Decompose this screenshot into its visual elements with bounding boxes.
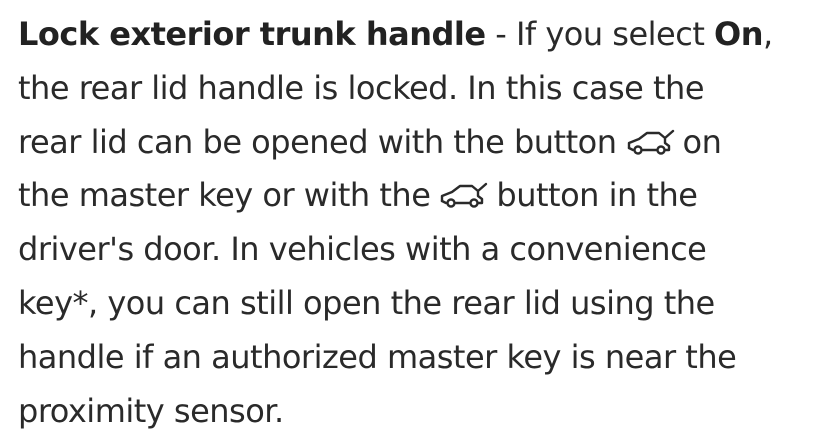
line4-end-text: button in the [496, 176, 698, 215]
heading-separator-text: - If you select [485, 15, 715, 53]
car-trunk-open-icon [625, 129, 677, 155]
line3-end-text: on [682, 122, 722, 161]
text-line-2: the rear lid handle is locked. In this c… [18, 68, 705, 107]
text-line-1: Lock exterior trunk handle - If you sele… [18, 8, 818, 62]
text-line-8: proximity sensor. [18, 391, 284, 430]
line3-start-text: rear lid can be opened with the button [18, 122, 617, 161]
setting-heading: Lock exterior trunk handle [18, 15, 486, 53]
car-trunk-open-icon [438, 182, 490, 209]
text-line-6: key*, you can still open the rear lid us… [18, 283, 715, 322]
on-option-text: On [714, 15, 764, 53]
text-line-3: rear lid can be opened with the button on [18, 116, 818, 170]
line4-start-text: the master key or with the [18, 176, 431, 215]
line1-end-text: , [763, 15, 773, 53]
text-line-4: the master key or with the button in the [18, 169, 818, 223]
text-line-5: driver's door. In vehicles with a conven… [18, 230, 707, 269]
text-line-7: handle if an authorized master key is ne… [18, 337, 737, 376]
document-paragraph: Lock exterior trunk handle - If you sele… [18, 8, 818, 438]
